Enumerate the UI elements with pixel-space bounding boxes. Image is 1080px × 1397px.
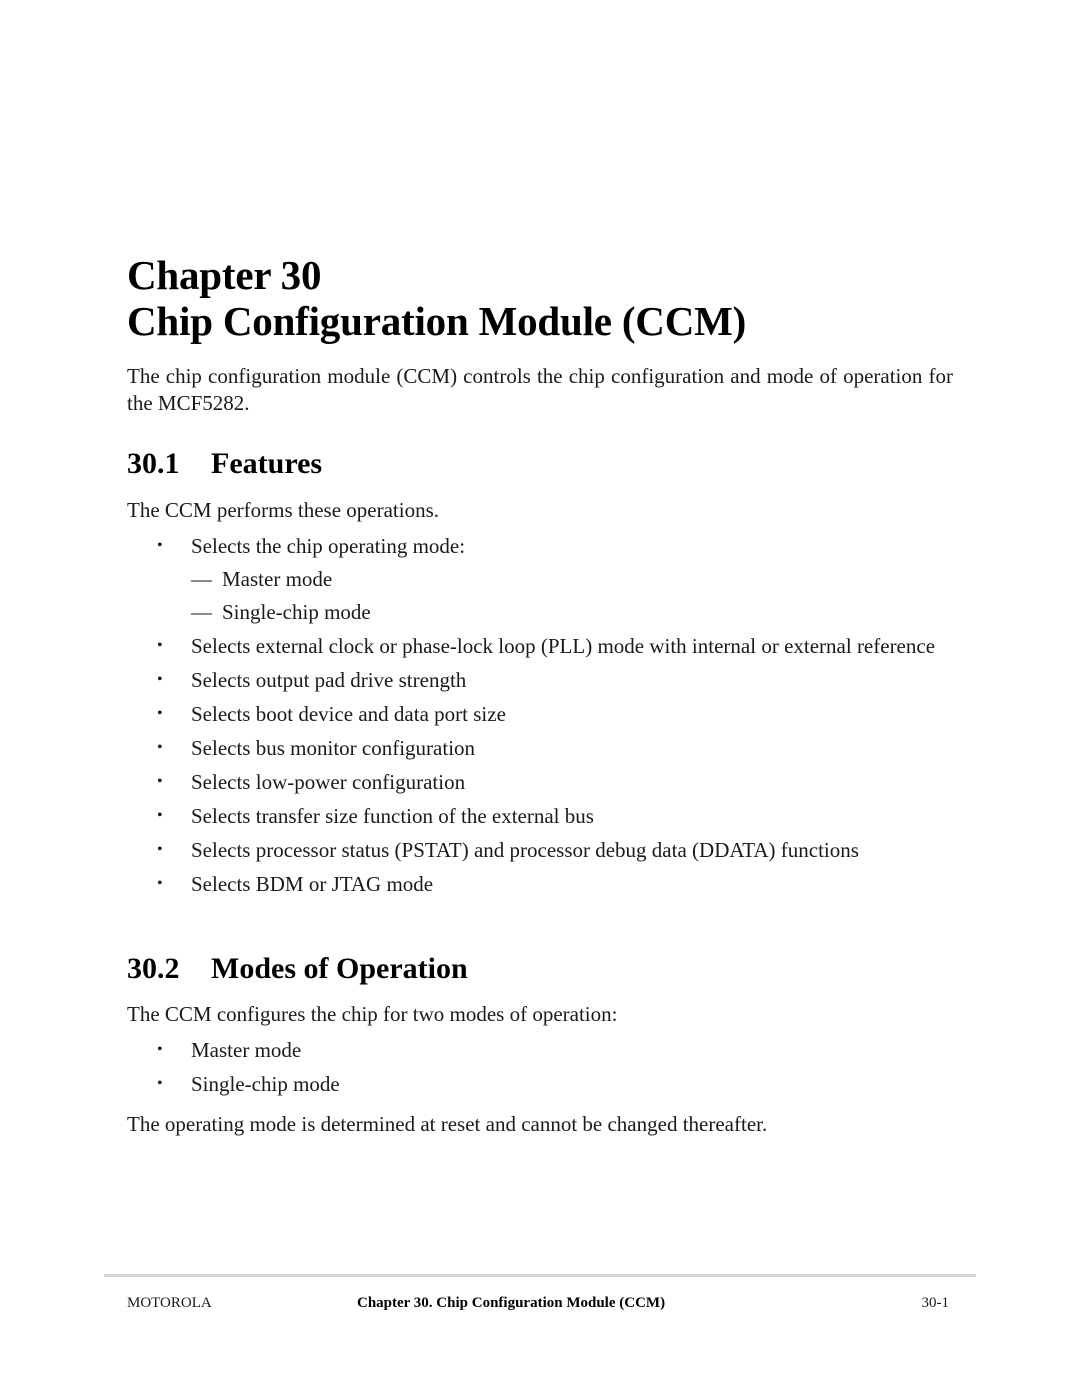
bullet-icon: • bbox=[157, 671, 163, 688]
footer-company: MOTOROLA bbox=[127, 1295, 212, 1311]
bullet-icon: • bbox=[157, 1075, 163, 1092]
features-lead: The CCM performs these operations. bbox=[127, 498, 440, 522]
section-heading-features: 30.1 Features bbox=[127, 446, 322, 482]
footer-chapter-title: Chapter 30. Chip Configuration Module (C… bbox=[357, 1295, 666, 1311]
modes-list: • Master mode • Single-chip mode bbox=[127, 1037, 953, 1097]
page-number: 30-1 bbox=[921, 1295, 950, 1311]
bullet-icon: • bbox=[157, 841, 163, 858]
list-item-text: Selects low-power configuration bbox=[191, 770, 466, 794]
section-number: 30.2 bbox=[127, 952, 180, 985]
chapter-name: Chip Configuration Module (CCM) bbox=[127, 298, 747, 344]
list-item: • Selects the chip operating mode: — Mas… bbox=[127, 533, 953, 625]
sub-list-item: — Single-chip mode bbox=[127, 599, 953, 625]
list-item-text: Selects processor status (PSTAT) and pro… bbox=[191, 838, 859, 862]
list-item: • Selects external clock or phase-lock l… bbox=[127, 633, 953, 659]
list-item: • Selects boot device and data port size bbox=[127, 701, 953, 727]
list-item-text: Single-chip mode bbox=[191, 1072, 340, 1096]
section-number: 30.1 bbox=[127, 447, 180, 480]
modes-closing: The operating mode is determined at rese… bbox=[127, 1112, 768, 1136]
footer-divider bbox=[104, 1274, 976, 1277]
bullet-icon: • bbox=[157, 705, 163, 722]
list-item: • Selects output pad drive strength bbox=[127, 667, 953, 693]
sub-list-item-text: Single-chip mode bbox=[222, 600, 371, 624]
page-footer: MOTOROLA Chapter 30. Chip Configuration … bbox=[127, 1293, 949, 1313]
list-item-text: Selects external clock or phase-lock loo… bbox=[191, 634, 936, 658]
section-title: Modes of Operation bbox=[211, 952, 468, 985]
bullet-icon: • bbox=[157, 1041, 163, 1058]
dash-icon: — bbox=[191, 567, 212, 591]
list-item-text: Selects bus monitor configuration bbox=[191, 736, 476, 760]
list-item: • Single-chip mode bbox=[127, 1071, 953, 1097]
list-item: • Selects processor status (PSTAT) and p… bbox=[127, 837, 953, 863]
list-item-text: Selects output pad drive strength bbox=[191, 668, 467, 692]
list-item: • Selects transfer size function of the … bbox=[127, 803, 953, 829]
sub-list-item-text: Master mode bbox=[222, 567, 333, 591]
list-item-text: Selects transfer size function of the ex… bbox=[191, 804, 594, 828]
intro-paragraph: The chip configuration module (CCM) cont… bbox=[127, 364, 953, 415]
list-item-text: Selects boot device and data port size bbox=[191, 702, 506, 726]
list-item-text: Selects the chip operating mode: bbox=[191, 534, 466, 558]
bullet-icon: • bbox=[157, 637, 163, 654]
chapter-title: Chapter 30 Chip Configuration Module (CC… bbox=[127, 252, 746, 344]
list-item: • Master mode bbox=[127, 1037, 953, 1063]
section-title: Features bbox=[211, 447, 323, 480]
list-item: • Selects bus monitor configuration bbox=[127, 735, 953, 761]
bullet-icon: • bbox=[157, 773, 163, 790]
bullet-icon: • bbox=[157, 807, 163, 824]
section-heading-modes-of-operation: 30.2 Modes of Operation bbox=[127, 951, 468, 987]
modes-lead: The CCM configures the chip for two mode… bbox=[127, 1002, 618, 1026]
sub-list-item: — Master mode bbox=[127, 566, 953, 592]
chapter-number: Chapter 30 bbox=[127, 252, 322, 298]
list-item-text: Selects BDM or JTAG mode bbox=[191, 872, 434, 896]
list-item: • Selects BDM or JTAG mode bbox=[127, 871, 953, 897]
bullet-icon: • bbox=[157, 537, 163, 554]
dash-icon: — bbox=[191, 600, 212, 624]
bullet-icon: • bbox=[157, 739, 163, 756]
list-item-text: Master mode bbox=[191, 1038, 302, 1062]
bullet-icon: • bbox=[157, 875, 163, 892]
list-item: • Selects low-power configuration bbox=[127, 769, 953, 795]
sub-list: — Master mode — Single-chip mode bbox=[127, 566, 953, 625]
features-list: • Selects the chip operating mode: — Mas… bbox=[127, 533, 953, 897]
